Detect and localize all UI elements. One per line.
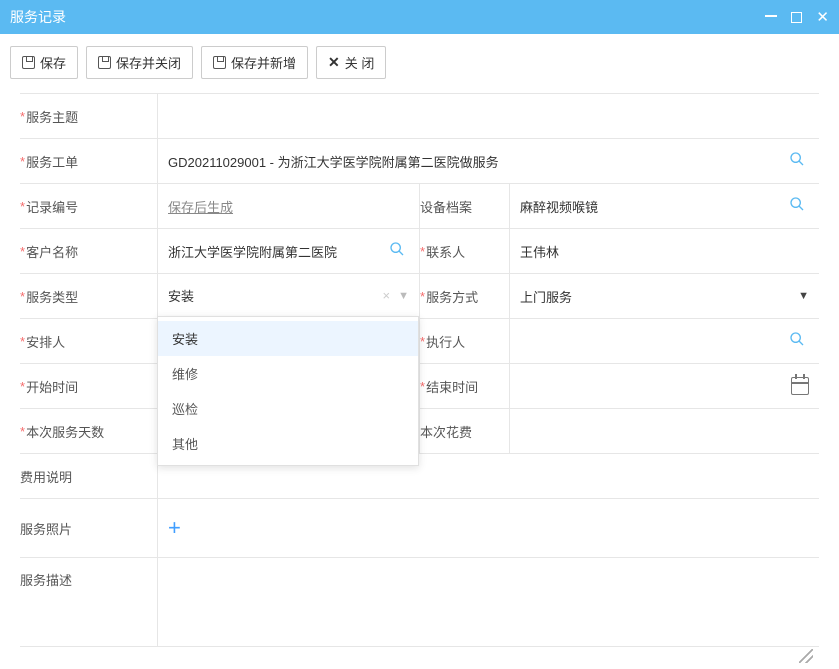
label-service-mode: 服务方式 (420, 274, 510, 318)
service-mode-select[interactable]: ▼ (510, 274, 819, 318)
label-days: 本次服务天数 (20, 409, 158, 453)
chevron-down-icon[interactable]: ▼ (398, 290, 409, 302)
label-contact: 联系人 (420, 229, 510, 273)
label-fee-desc: 费用说明 (20, 454, 158, 498)
label-arranger: 安排人 (20, 319, 158, 363)
label-service-type: 服务类型 (20, 274, 158, 318)
fee-desc-input[interactable] (168, 469, 809, 484)
save-close-button[interactable]: 保存并关闭 (86, 46, 193, 79)
search-icon[interactable] (785, 151, 809, 171)
service-type-dropdown: 安装 维修 巡检 其他 (157, 316, 419, 466)
customer-input[interactable] (168, 244, 385, 259)
option-install[interactable]: 安装 (158, 321, 418, 356)
save-button[interactable]: 保存 (10, 46, 78, 79)
close-icon: ✕ (328, 54, 340, 71)
contact-input[interactable] (520, 244, 809, 259)
minimize-icon[interactable] (765, 15, 777, 19)
label-photo: 服务照片 (20, 499, 158, 557)
window-title: 服务记录 (10, 7, 66, 27)
save-button-label: 保存 (40, 53, 66, 72)
label-desc: 服务描述 (20, 558, 158, 646)
label-start-time: 开始时间 (20, 364, 158, 408)
label-cost: 本次花费 (420, 409, 510, 453)
service-mode-input[interactable] (520, 289, 798, 304)
close-window-icon[interactable]: ✕ (816, 8, 829, 26)
close-button-label: 关 闭 (345, 53, 375, 72)
clear-icon[interactable]: × (383, 288, 391, 303)
label-subject: 服务主题 (20, 94, 158, 138)
close-button[interactable]: ✕ 关 闭 (316, 46, 386, 79)
label-end-time: 结束时间 (420, 364, 510, 408)
form: 服务主题 服务工单 记录编号 保存后生成 设备档案 (20, 93, 819, 647)
chevron-down-icon[interactable]: ▼ (798, 290, 809, 302)
search-icon[interactable] (385, 241, 409, 261)
subject-input[interactable] (168, 109, 809, 124)
save-icon (213, 56, 226, 69)
titlebar: 服务记录 ✕ (0, 0, 839, 34)
option-inspect[interactable]: 巡检 (158, 391, 418, 426)
add-photo-button[interactable]: + (168, 515, 181, 541)
executor-input[interactable] (520, 334, 785, 349)
device-input[interactable] (520, 199, 785, 214)
search-icon[interactable] (785, 196, 809, 216)
service-type-input[interactable] (168, 288, 383, 303)
label-customer: 客户名称 (20, 229, 158, 273)
save-close-button-label: 保存并关闭 (116, 53, 181, 72)
save-new-button[interactable]: 保存并新增 (201, 46, 308, 79)
service-type-select[interactable]: × ▼ 安装 维修 巡检 其他 (158, 274, 419, 319)
option-other[interactable]: 其他 (158, 426, 418, 461)
calendar-icon[interactable] (791, 377, 809, 395)
search-icon[interactable] (785, 331, 809, 351)
record-no-value: 保存后生成 (168, 197, 233, 216)
label-executor: 执行人 (420, 319, 510, 363)
order-input[interactable] (168, 154, 785, 169)
window-controls: ✕ (765, 8, 829, 26)
label-device: 设备档案 (420, 184, 510, 228)
cost-input[interactable] (520, 424, 809, 439)
resize-grip-icon[interactable] (799, 649, 813, 663)
label-record-no: 记录编号 (20, 184, 158, 228)
toolbar: 保存 保存并关闭 保存并新增 ✕ 关 闭 (0, 34, 839, 93)
save-new-button-label: 保存并新增 (231, 53, 296, 72)
label-order: 服务工单 (20, 139, 158, 183)
desc-textarea[interactable] (168, 570, 809, 640)
save-icon (98, 56, 111, 69)
end-time-input[interactable] (520, 379, 791, 394)
maximize-icon[interactable] (791, 12, 802, 23)
save-icon (22, 56, 35, 69)
option-repair[interactable]: 维修 (158, 356, 418, 391)
